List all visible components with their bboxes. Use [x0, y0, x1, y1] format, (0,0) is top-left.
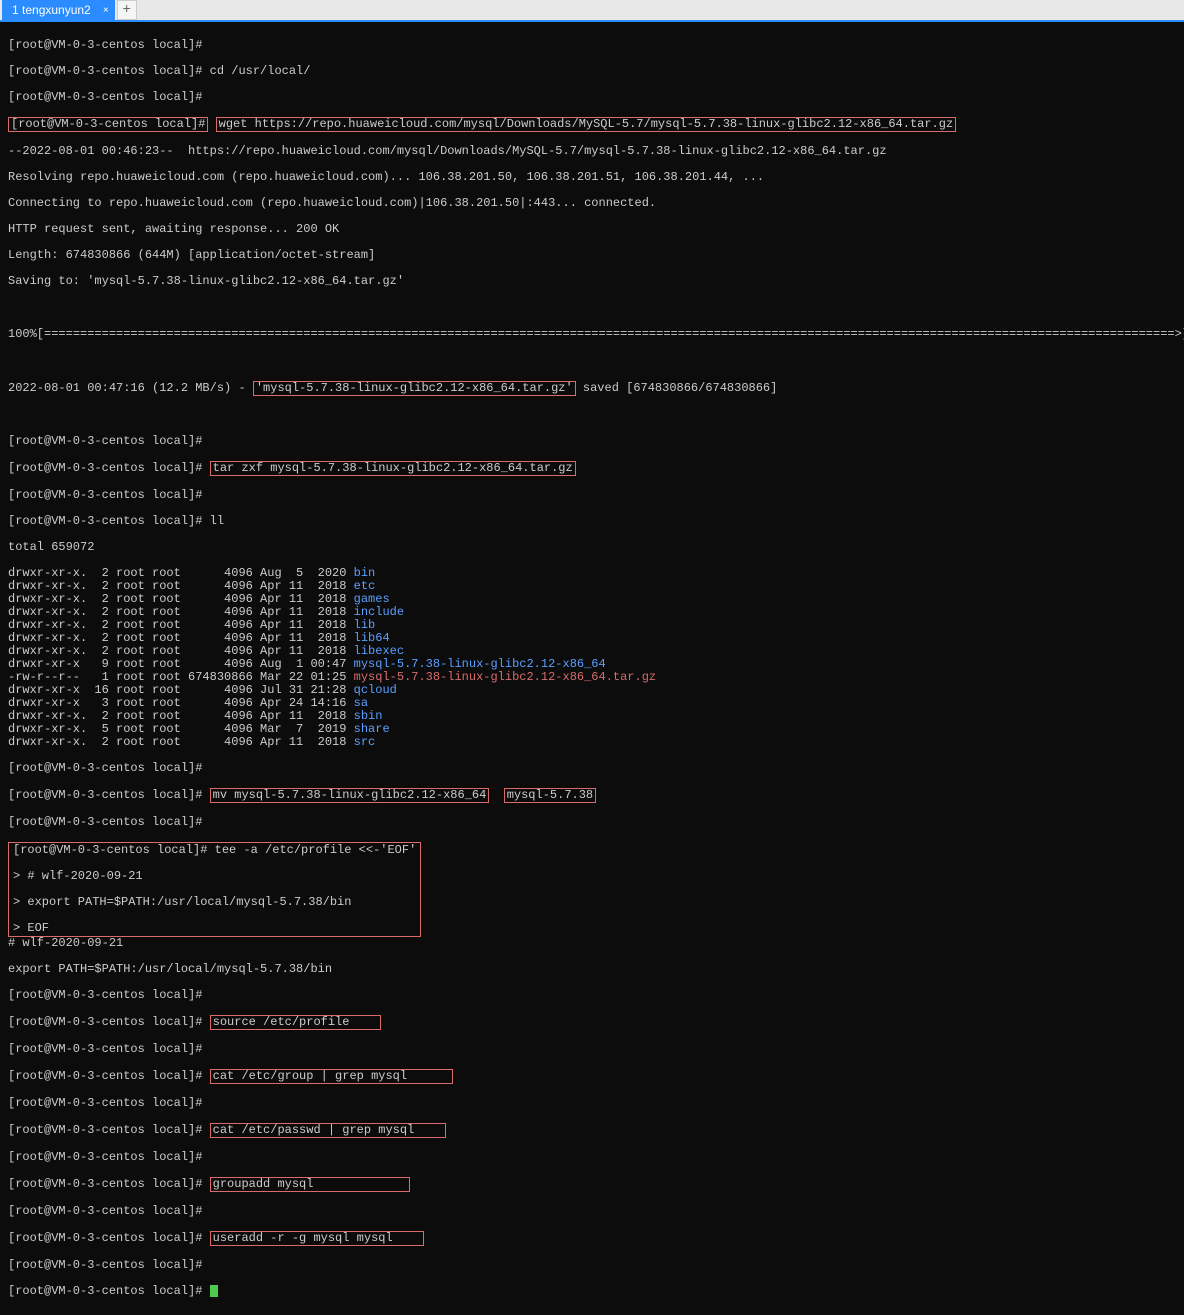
prompt-line: [root@VM-0-3-centos local]# — [8, 762, 1176, 775]
ll-total: total 659072 — [8, 541, 1176, 554]
cmd-tar: [root@VM-0-3-centos local]# tar zxf mysq… — [8, 461, 1176, 476]
wget-output: --2022-08-01 00:46:23-- https://repo.hua… — [8, 145, 1176, 158]
tee-block: [root@VM-0-3-centos local]# tee -a /etc/… — [8, 842, 421, 937]
prompt-line: [root@VM-0-3-centos local]# — [8, 1043, 1176, 1056]
cmd-source: [root@VM-0-3-centos local]# source /etc/… — [8, 1015, 1176, 1030]
cmd-ll: [root@VM-0-3-centos local]# ll — [8, 515, 1176, 528]
file-row: drwxr-xr-x. 2 root root 4096 Apr 11 2018… — [8, 736, 1176, 749]
blank — [8, 355, 1176, 368]
prompt-line: [root@VM-0-3-centos local]# — [8, 1151, 1176, 1164]
progress-line: 100%[===================================… — [8, 327, 1176, 342]
prompt-line: [root@VM-0-3-centos local]# — [8, 91, 1176, 104]
prompt-line: [root@VM-0-3-centos local]# — [8, 1259, 1176, 1272]
file-listing: drwxr-xr-x. 2 root root 4096 Aug 5 2020 … — [8, 567, 1176, 749]
wget-output: Length: 674830866 (644M) [application/oc… — [8, 249, 1176, 262]
prompt-line: [root@VM-0-3-centos local]# — [8, 1205, 1176, 1218]
terminal-output[interactable]: [root@VM-0-3-centos local]# [root@VM-0-3… — [0, 22, 1184, 1315]
wget-output: HTTP request sent, awaiting response... … — [8, 223, 1176, 236]
prompt-line: [root@VM-0-3-centos local]# — [8, 435, 1176, 448]
prompt-cursor: [root@VM-0-3-centos local]# — [8, 1285, 1176, 1298]
close-icon[interactable]: × — [103, 5, 109, 16]
prompt-line: [root@VM-0-3-centos local]# — [8, 1097, 1176, 1110]
cmd-cd: [root@VM-0-3-centos local]# cd /usr/loca… — [8, 65, 1176, 78]
blank — [8, 409, 1176, 422]
cmd-mv: [root@VM-0-3-centos local]# mv mysql-5.7… — [8, 788, 1176, 803]
tab-tengxunyun2[interactable]: 1 tengxunyun2 × — [2, 0, 115, 20]
prompt-line: [root@VM-0-3-centos local]# — [8, 816, 1176, 829]
wget-output: Resolving repo.huaweicloud.com (repo.hua… — [8, 171, 1176, 184]
wget-output: Saving to: 'mysql-5.7.38-linux-glibc2.12… — [8, 275, 1176, 288]
cmd-groupadd: [root@VM-0-3-centos local]# groupadd mys… — [8, 1177, 1176, 1192]
cmd-cat-passwd: [root@VM-0-3-centos local]# cat /etc/pas… — [8, 1123, 1176, 1138]
tee-output: export PATH=$PATH:/usr/local/mysql-5.7.3… — [8, 963, 1176, 976]
tab-bar: 1 tengxunyun2 × + — [0, 0, 1184, 22]
new-tab-button[interactable]: + — [117, 0, 137, 20]
prompt-line: [root@VM-0-3-centos local]# — [8, 489, 1176, 502]
cmd-wget: [root@VM-0-3-centos local]# wget https:/… — [8, 117, 1176, 132]
wget-output: Connecting to repo.huaweicloud.com (repo… — [8, 197, 1176, 210]
cmd-useradd: [root@VM-0-3-centos local]# useradd -r -… — [8, 1231, 1176, 1246]
cursor-icon — [210, 1285, 218, 1297]
blank — [8, 301, 1176, 314]
cmd-cat-group: [root@VM-0-3-centos local]# cat /etc/gro… — [8, 1069, 1176, 1084]
prompt-line: [root@VM-0-3-centos local]# — [8, 989, 1176, 1002]
prompt-line: [root@VM-0-3-centos local]# — [8, 39, 1176, 52]
wget-done: 2022-08-01 00:47:16 (12.2 MB/s) - 'mysql… — [8, 381, 1176, 396]
tab-label: 1 tengxunyun2 — [12, 3, 91, 17]
tee-output: # wlf-2020-09-21 — [8, 937, 1176, 950]
